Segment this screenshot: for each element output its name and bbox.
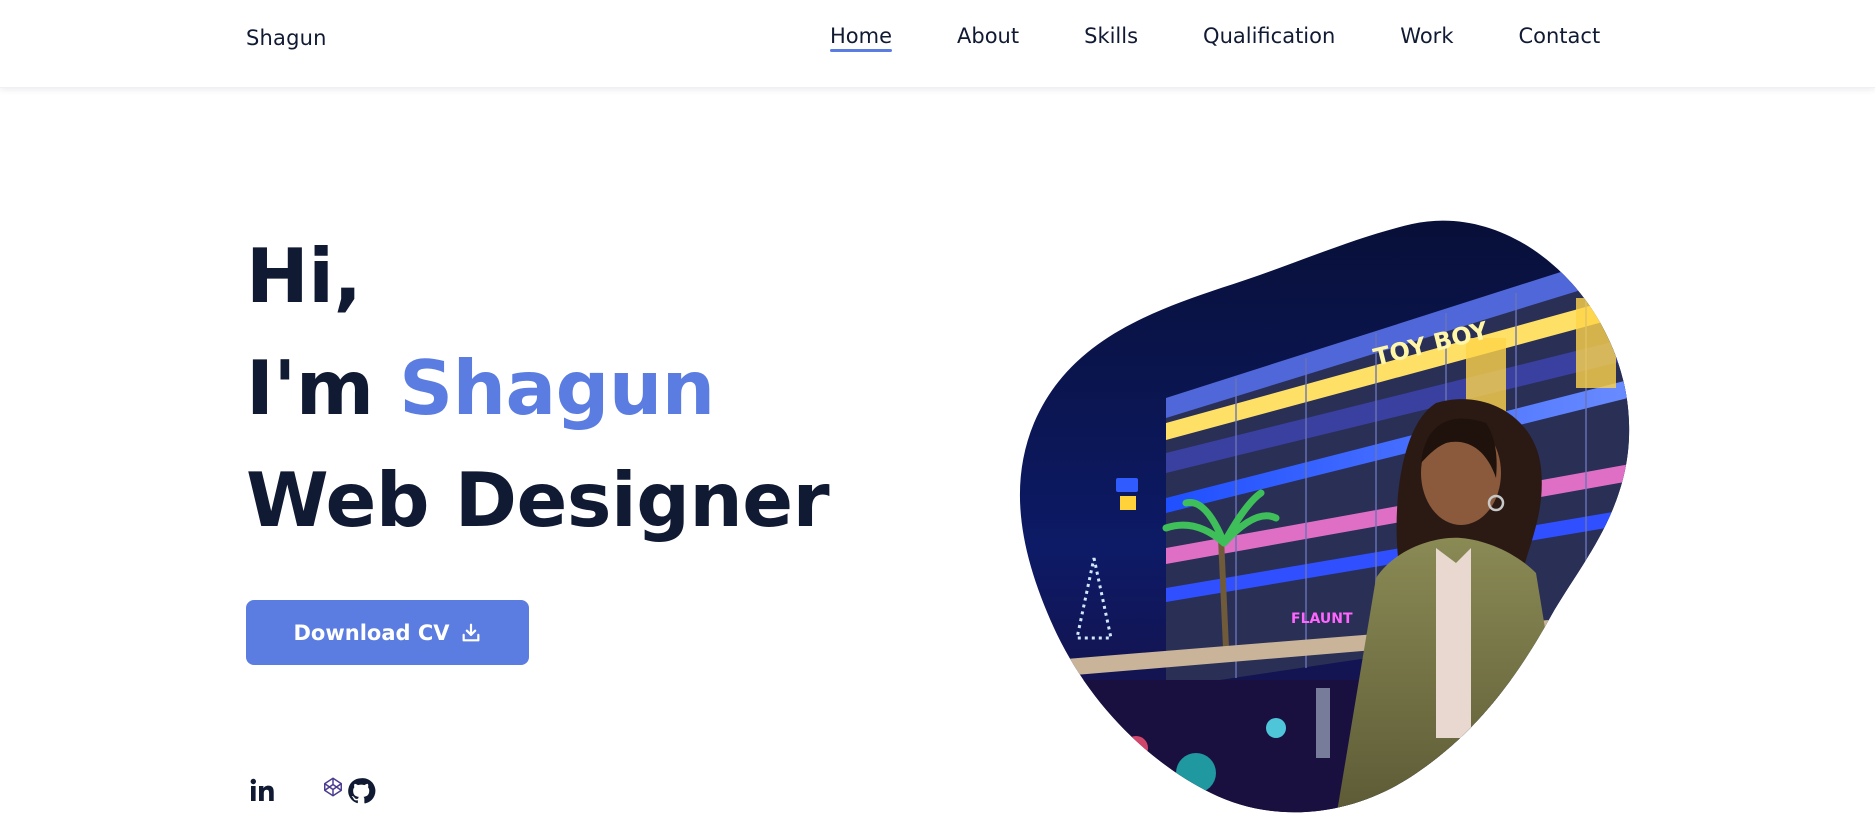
download-icon [462, 623, 479, 641]
nav-item-home[interactable]: Home [830, 24, 893, 60]
hero-intro: I'm Shagun [246, 332, 829, 444]
nav-item-qualification[interactable]: Qualification [1203, 24, 1335, 60]
nav-item-skills[interactable]: Skills [1084, 24, 1138, 60]
hero-photo-blob: TOY BOY FLAUNT [1016, 218, 1636, 818]
nav-item-contact[interactable]: Contact [1518, 24, 1600, 60]
github-icon[interactable] [346, 776, 376, 806]
linkedin-icon[interactable] [246, 775, 278, 807]
download-cv-label: Download CV [293, 620, 450, 645]
main-nav: Home About Skills Qualification Work Con… [830, 24, 1600, 60]
social-links [246, 775, 376, 807]
flaunt-sign: FLAUNT [1291, 611, 1353, 627]
hero-intro-prefix: I'm [246, 344, 400, 432]
nav-item-about[interactable]: About [957, 24, 1019, 60]
hero-greeting: Hi, [246, 232, 362, 320]
codepen-icon[interactable] [322, 776, 344, 798]
hero-name: Shagun [399, 344, 715, 432]
site-logo[interactable]: Shagun [246, 26, 327, 50]
hero-role: Web Designer [246, 456, 830, 544]
profile-photo: TOY BOY FLAUNT [1019, 220, 1630, 813]
nav-item-work[interactable]: Work [1400, 24, 1453, 60]
site-header: Shagun Home About Skills Qualification W… [0, 0, 1875, 88]
hero-heading: Hi, I'm Shagun Web Designer [246, 220, 830, 556]
download-cv-button[interactable]: Download CV [246, 600, 529, 665]
